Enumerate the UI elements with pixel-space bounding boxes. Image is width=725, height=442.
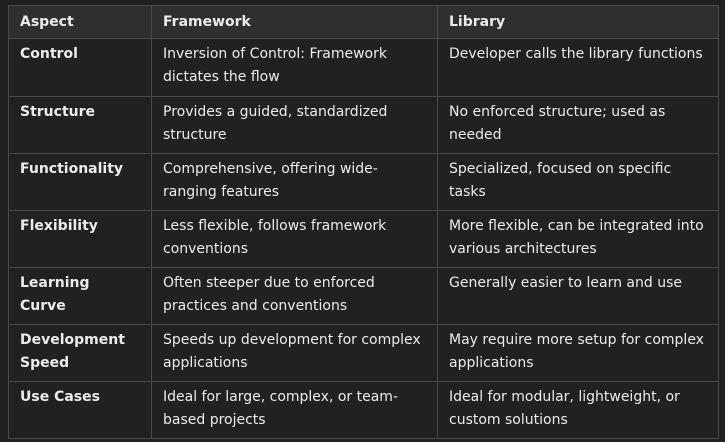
library-cell: Generally easier to learn and use bbox=[437, 267, 719, 325]
table-header: Aspect Framework Library bbox=[8, 5, 719, 39]
table-row: Functionality Comprehensive, offering wi… bbox=[8, 153, 719, 211]
framework-cell: Provides a guided, standardized structur… bbox=[151, 96, 438, 154]
table-row: Flexibility Less flexible, follows frame… bbox=[8, 210, 719, 268]
table-row: Learning Curve Often steeper due to enfo… bbox=[8, 267, 719, 325]
header-framework: Framework bbox=[151, 5, 438, 39]
aspect-cell: Development Speed bbox=[8, 324, 152, 382]
table-row: Control Inversion of Control: Framework … bbox=[8, 38, 719, 97]
framework-cell: Often steeper due to enforced practices … bbox=[151, 267, 438, 325]
library-cell: May require more setup for complex appli… bbox=[437, 324, 719, 382]
aspect-cell: Control bbox=[8, 38, 152, 97]
aspect-cell: Functionality bbox=[8, 153, 152, 211]
aspect-cell: Structure bbox=[8, 96, 152, 154]
framework-cell: Comprehensive, offering wide-ranging fea… bbox=[151, 153, 438, 211]
header-aspect: Aspect bbox=[8, 5, 152, 39]
library-cell: Developer calls the library functions bbox=[437, 38, 719, 97]
aspect-cell: Flexibility bbox=[8, 210, 152, 268]
header-library: Library bbox=[437, 5, 719, 39]
table-row: Structure Provides a guided, standardize… bbox=[8, 96, 719, 154]
library-cell: Ideal for modular, lightweight, or custo… bbox=[437, 381, 719, 439]
framework-cell: Inversion of Control: Framework dictates… bbox=[151, 38, 438, 97]
comparison-table: Aspect Framework Library Control Inversi… bbox=[8, 5, 719, 439]
library-cell: Specialized, focused on specific tasks bbox=[437, 153, 719, 211]
table-body: Control Inversion of Control: Framework … bbox=[8, 38, 719, 439]
header-row: Aspect Framework Library bbox=[8, 5, 719, 39]
framework-cell: Speeds up development for complex applic… bbox=[151, 324, 438, 382]
framework-cell: Less flexible, follows framework convent… bbox=[151, 210, 438, 268]
comparison-table-container: Aspect Framework Library Control Inversi… bbox=[0, 0, 725, 442]
table-row: Use Cases Ideal for large, complex, or t… bbox=[8, 381, 719, 439]
aspect-cell: Learning Curve bbox=[8, 267, 152, 325]
table-row: Development Speed Speeds up development … bbox=[8, 324, 719, 382]
library-cell: No enforced structure; used as needed bbox=[437, 96, 719, 154]
framework-cell: Ideal for large, complex, or team-based … bbox=[151, 381, 438, 439]
library-cell: More flexible, can be integrated into va… bbox=[437, 210, 719, 268]
aspect-cell: Use Cases bbox=[8, 381, 152, 439]
